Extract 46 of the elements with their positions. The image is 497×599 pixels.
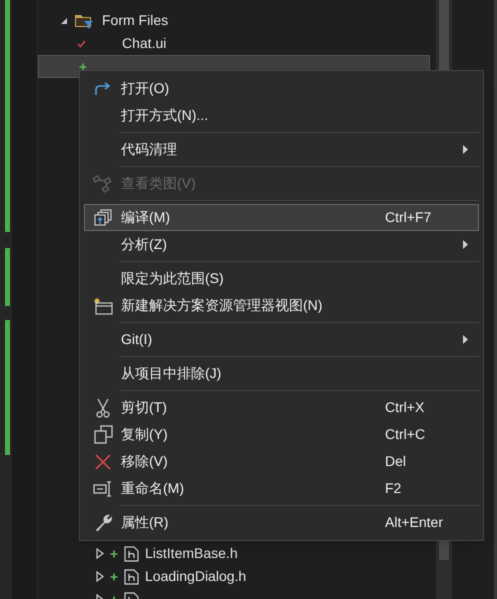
tree-item-label: LoadingDialog.h [145, 567, 246, 586]
stacked-pages-icon [94, 209, 112, 226]
plus-icon [79, 62, 87, 70]
menu-item[interactable]: 新建解决方案资源管理器视图(N) [84, 292, 479, 319]
menu-item[interactable]: 编译(M) Ctrl+F7 [84, 204, 479, 231]
menu-item[interactable]: 打开方式(N)... [84, 102, 479, 129]
menu-item[interactable]: 重命名(M) F2 [84, 475, 479, 502]
tree-item[interactable]: Chat.ui [38, 32, 430, 55]
rename-icon [93, 480, 113, 496]
header-file-icon [124, 546, 139, 562]
new-window-icon [93, 296, 113, 314]
plus-icon [110, 572, 118, 580]
shortcut-label: F2 [385, 479, 402, 498]
tree-item-label: Chat.ui [122, 34, 166, 53]
shortcut-label: Ctrl+C [385, 425, 426, 444]
header-file-icon [124, 568, 139, 584]
menu-item[interactable]: 限定为此范围(S) [84, 265, 479, 292]
shortcut-label: Del [385, 452, 408, 471]
collapse-arrow-icon[interactable] [60, 16, 68, 24]
plus-icon [110, 550, 118, 558]
tree-item-label: ListItemBase.h [145, 544, 238, 563]
menu-item[interactable]: Git(I) [84, 326, 479, 353]
tree-item[interactable]: ListItemBase.h [38, 542, 436, 565]
shortcut-label: Ctrl+F7 [385, 208, 432, 227]
menu-item[interactable]: 代码清理 [84, 136, 479, 163]
scissors-icon [95, 398, 111, 418]
close-icon [95, 454, 111, 470]
menu-item[interactable]: 移除(V) Del [84, 448, 479, 475]
menu-item[interactable]: 剪切(T) Ctrl+X [84, 394, 479, 421]
menu-item[interactable]: 复制(Y) Ctrl+C [84, 421, 479, 448]
check-icon [77, 40, 86, 48]
menu-item[interactable]: 分析(Z) [84, 231, 479, 258]
tree-item[interactable]: LoadingDialog.h [38, 565, 436, 588]
copy-icon [94, 425, 112, 444]
expand-arrow-icon[interactable] [96, 571, 104, 582]
tree-item-label: Form Files [102, 11, 168, 30]
redo-arrow-icon [94, 82, 112, 96]
expand-arrow-icon[interactable] [96, 548, 104, 559]
menu-item[interactable]: 打开(O) [84, 75, 479, 102]
shortcut-label: Ctrl+X [385, 398, 426, 417]
tree-item[interactable]: Form Files [38, 9, 430, 32]
diagram-icon [93, 174, 113, 192]
shortcut-label: Alt+Enter [385, 513, 444, 532]
menu-item[interactable]: 从项目中排除(J) [84, 360, 479, 387]
menu-item[interactable]: 属性(R) Alt+Enter [84, 509, 479, 536]
wrench-icon [94, 513, 112, 532]
